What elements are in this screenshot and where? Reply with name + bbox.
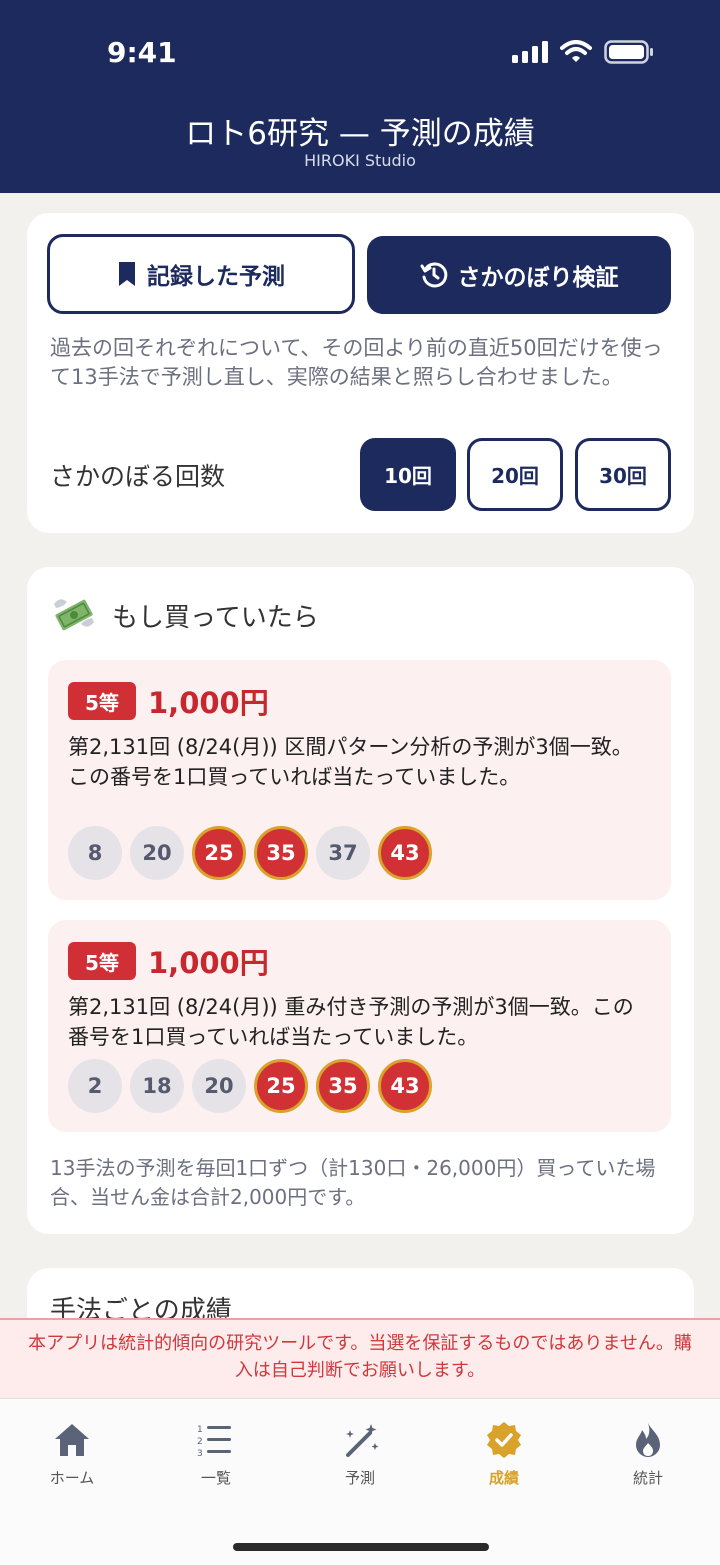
tab-predict[interactable]: 予測 xyxy=(288,1421,432,1488)
svg-text:3: 3 xyxy=(197,1449,203,1459)
status-time: 9:41 xyxy=(107,36,177,69)
tab-label: 一覧 xyxy=(200,1469,231,1487)
page-subtitle: HIROKI Studio xyxy=(304,151,416,170)
count-option-10[interactable]: 10回 xyxy=(360,438,456,511)
prize-amount: 1,000円 xyxy=(148,946,269,980)
status-icons xyxy=(512,40,654,64)
win-description: 第2,131回 (8/24(月)) 重み付き予測の予測が3個一致。この番号を1口… xyxy=(68,995,634,1049)
tab-label: 成績 xyxy=(488,1469,519,1487)
recorded-predictions-button[interactable]: 記録した予測 xyxy=(47,234,355,314)
money-wings-icon xyxy=(54,599,94,631)
win-result: 5等 1,000円 第2,131回 (8/24(月)) 区間パターン分析の予測が… xyxy=(48,660,671,900)
history-icon xyxy=(420,262,447,288)
tab-label: 予測 xyxy=(344,1469,375,1487)
if-bought-title: もし買っていたら xyxy=(112,603,319,633)
house-icon xyxy=(55,1424,89,1456)
svg-text:1: 1 xyxy=(197,1425,203,1435)
retro-verify-label: さかのぼり検証 xyxy=(457,265,619,291)
disclaimer-banner: 本アプリは統計的傾向の研究ツールです。当選を保証するものではありません。購入は自… xyxy=(0,1318,720,1398)
signal-icon xyxy=(512,41,548,63)
prize-badge: 5等 xyxy=(68,682,136,720)
count-option-30[interactable]: 30回 xyxy=(575,438,671,511)
retro-description: 過去の回それぞれについて、その回より前の直近50回だけを使って13手法で予測し直… xyxy=(50,336,663,389)
recorded-predictions-label: 記録した予測 xyxy=(147,264,285,290)
number-ball: 2 xyxy=(68,1059,122,1113)
tab-label: 統計 xyxy=(632,1469,663,1487)
tab-home[interactable]: ホーム xyxy=(0,1421,144,1488)
mode-card: 記録した予測 さかのぼり検証 過去の回それぞれについて、その回より前の直近50回… xyxy=(27,213,694,533)
prize-badge: 5等 xyxy=(68,942,136,980)
number-ball: 8 xyxy=(68,826,122,880)
number-ball: 20 xyxy=(130,826,184,880)
count-option-20[interactable]: 20回 xyxy=(467,438,563,511)
tab-list[interactable]: 1 2 3 一覧 xyxy=(144,1421,288,1488)
number-balls: 8 20 25 35 37 43 xyxy=(68,826,432,880)
number-ball-hit: 35 xyxy=(254,826,308,880)
app-header: 9:41 ロト6研究 — 予測の成績 HIROKI Studio xyxy=(0,0,720,193)
win-result: 5等 1,000円 第2,131回 (8/24(月)) 重み付き予測の予測が3個… xyxy=(48,920,671,1132)
tab-bar: ホーム 1 2 3 一覧 予測 成績 統計 xyxy=(0,1398,720,1565)
tab-stats[interactable]: 統計 xyxy=(576,1421,720,1488)
page-title: ロト6研究 — 予測の成績 xyxy=(185,116,535,152)
bookmark-icon xyxy=(119,262,135,286)
tab-label: ホーム xyxy=(49,1469,95,1487)
badge-check-icon xyxy=(487,1422,521,1458)
wifi-icon xyxy=(560,40,592,62)
count-label: さかのぼる回数 xyxy=(50,462,226,491)
prize-amount: 1,000円 xyxy=(148,686,269,720)
number-balls: 2 18 20 25 35 43 xyxy=(68,1059,432,1113)
magic-wand-icon xyxy=(346,1424,379,1457)
number-ball-hit: 43 xyxy=(378,826,432,880)
battery-icon xyxy=(604,40,653,64)
number-ball-hit: 25 xyxy=(254,1059,308,1113)
number-ball: 18 xyxy=(130,1059,184,1113)
flame-icon xyxy=(636,1423,660,1457)
win-description: 第2,131回 (8/24(月)) 区間パターン分析の予測が3個一致。この番号を… xyxy=(68,735,633,789)
retro-verify-button[interactable]: さかのぼり検証 xyxy=(367,236,671,314)
home-indicator[interactable] xyxy=(233,1543,489,1551)
list-icon: 1 2 3 xyxy=(197,1425,231,1459)
svg-text:2: 2 xyxy=(197,1437,203,1447)
purchase-summary: 13手法の予測を毎回1口ずつ（計130口・26,000円）買っていた場合、当せん… xyxy=(50,1156,656,1209)
number-ball-hit: 35 xyxy=(316,1059,370,1113)
number-ball: 20 xyxy=(192,1059,246,1113)
if-bought-card: もし買っていたら 5等 1,000円 第2,131回 (8/24(月)) 区間パ… xyxy=(27,567,694,1234)
number-ball: 37 xyxy=(316,826,370,880)
number-ball-hit: 43 xyxy=(378,1059,432,1113)
number-ball-hit: 25 xyxy=(192,826,246,880)
tab-results[interactable]: 成績 xyxy=(432,1421,576,1488)
